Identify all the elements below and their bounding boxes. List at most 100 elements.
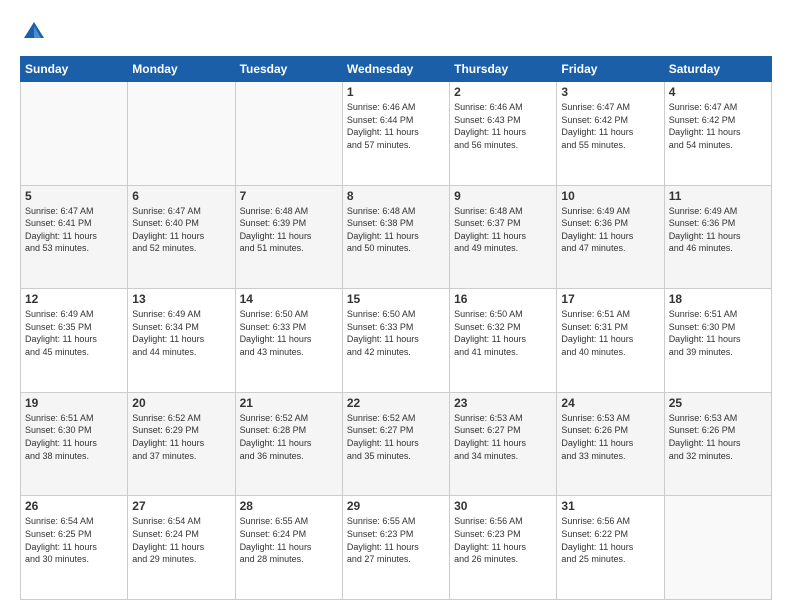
calendar-day-cell: 2 Sunrise: 6:46 AM Sunset: 6:43 PM Daylig… — [450, 82, 557, 186]
calendar-day-cell: 21 Sunrise: 6:52 AM Sunset: 6:28 PM Dayli… — [235, 392, 342, 496]
calendar-header-saturday: Saturday — [664, 57, 771, 82]
calendar-day-cell — [128, 82, 235, 186]
calendar-week-row: 1 Sunrise: 6:46 AM Sunset: 6:44 PM Daylig… — [21, 82, 772, 186]
day-number: 28 — [240, 499, 338, 513]
day-info: Sunrise: 6:54 AM Sunset: 6:25 PM Dayligh… — [25, 515, 123, 565]
calendar-day-cell: 9 Sunrise: 6:48 AM Sunset: 6:37 PM Daylig… — [450, 185, 557, 289]
day-info: Sunrise: 6:53 AM Sunset: 6:27 PM Dayligh… — [454, 412, 552, 462]
calendar-header-tuesday: Tuesday — [235, 57, 342, 82]
calendar-day-cell: 6Sunrise: 6:47 AM Sunset: 6:40 PM Daylig… — [128, 185, 235, 289]
day-number: 10 — [561, 189, 659, 203]
calendar-header-thursday: Thursday — [450, 57, 557, 82]
day-info: Sunrise: 6:50 AM Sunset: 6:32 PM Dayligh… — [454, 308, 552, 358]
calendar-day-cell: 13 Sunrise: 6:49 AM Sunset: 6:34 PM Dayli… — [128, 289, 235, 393]
day-info: Sunrise: 6:52 AM Sunset: 6:28 PM Dayligh… — [240, 412, 338, 462]
day-info: Sunrise: 6:51 AM Sunset: 6:30 PM Dayligh… — [669, 308, 767, 358]
day-info: Sunrise: 6:49 AM Sunset: 6:34 PM Dayligh… — [132, 308, 230, 358]
day-info: Sunrise: 6:46 AM Sunset: 6:43 PM Dayligh… — [454, 101, 552, 151]
day-info: Sunrise: 6:46 AM Sunset: 6:44 PM Dayligh… — [347, 101, 445, 151]
calendar-header-row: SundayMondayTuesdayWednesdayThursdayFrid… — [21, 57, 772, 82]
day-number: 31 — [561, 499, 659, 513]
day-number: 1 — [347, 85, 445, 99]
calendar-day-cell: 7 Sunrise: 6:48 AM Sunset: 6:39 PM Daylig… — [235, 185, 342, 289]
day-number: 16 — [454, 292, 552, 306]
day-number: 21 — [240, 396, 338, 410]
calendar-day-cell: 31 Sunrise: 6:56 AM Sunset: 6:22 PM Dayli… — [557, 496, 664, 600]
day-number: 12 — [25, 292, 123, 306]
calendar-day-cell: 5Sunrise: 6:47 AM Sunset: 6:41 PM Daylig… — [21, 185, 128, 289]
day-info: Sunrise: 6:53 AM Sunset: 6:26 PM Dayligh… — [669, 412, 767, 462]
day-number: 6 — [132, 189, 230, 203]
day-number: 24 — [561, 396, 659, 410]
calendar-day-cell: 19 Sunrise: 6:51 AM Sunset: 6:30 PM Dayli… — [21, 392, 128, 496]
calendar-week-row: 5Sunrise: 6:47 AM Sunset: 6:41 PM Daylig… — [21, 185, 772, 289]
calendar-day-cell — [21, 82, 128, 186]
day-number: 14 — [240, 292, 338, 306]
day-info: Sunrise: 6:50 AM Sunset: 6:33 PM Dayligh… — [347, 308, 445, 358]
calendar-header-friday: Friday — [557, 57, 664, 82]
calendar-header-sunday: Sunday — [21, 57, 128, 82]
calendar-day-cell: 24 Sunrise: 6:53 AM Sunset: 6:26 PM Dayli… — [557, 392, 664, 496]
day-info: Sunrise: 6:50 AM Sunset: 6:33 PM Dayligh… — [240, 308, 338, 358]
day-info: Sunrise: 6:49 AM Sunset: 6:35 PM Dayligh… — [25, 308, 123, 358]
calendar-day-cell: 16 Sunrise: 6:50 AM Sunset: 6:32 PM Dayli… — [450, 289, 557, 393]
calendar-day-cell: 8 Sunrise: 6:48 AM Sunset: 6:38 PM Daylig… — [342, 185, 449, 289]
calendar-header-monday: Monday — [128, 57, 235, 82]
day-info: Sunrise: 6:49 AM Sunset: 6:36 PM Dayligh… — [669, 205, 767, 255]
calendar-day-cell: 14 Sunrise: 6:50 AM Sunset: 6:33 PM Dayli… — [235, 289, 342, 393]
day-info: Sunrise: 6:51 AM Sunset: 6:30 PM Dayligh… — [25, 412, 123, 462]
day-number: 15 — [347, 292, 445, 306]
day-info: Sunrise: 6:52 AM Sunset: 6:29 PM Dayligh… — [132, 412, 230, 462]
day-number: 5 — [25, 189, 123, 203]
day-number: 11 — [669, 189, 767, 203]
day-info: Sunrise: 6:48 AM Sunset: 6:39 PM Dayligh… — [240, 205, 338, 255]
day-info: Sunrise: 6:51 AM Sunset: 6:31 PM Dayligh… — [561, 308, 659, 358]
calendar-day-cell: 1 Sunrise: 6:46 AM Sunset: 6:44 PM Daylig… — [342, 82, 449, 186]
calendar-day-cell: 18 Sunrise: 6:51 AM Sunset: 6:30 PM Dayli… — [664, 289, 771, 393]
calendar-day-cell: 23 Sunrise: 6:53 AM Sunset: 6:27 PM Dayli… — [450, 392, 557, 496]
calendar-day-cell: 30Sunrise: 6:56 AM Sunset: 6:23 PM Dayli… — [450, 496, 557, 600]
day-number: 29 — [347, 499, 445, 513]
day-number: 26 — [25, 499, 123, 513]
calendar-header-wednesday: Wednesday — [342, 57, 449, 82]
day-number: 13 — [132, 292, 230, 306]
calendar-day-cell: 22 Sunrise: 6:52 AM Sunset: 6:27 PM Dayli… — [342, 392, 449, 496]
calendar-week-row: 26 Sunrise: 6:54 AM Sunset: 6:25 PM Dayli… — [21, 496, 772, 600]
day-number: 22 — [347, 396, 445, 410]
calendar-week-row: 19 Sunrise: 6:51 AM Sunset: 6:30 PM Dayli… — [21, 392, 772, 496]
page: SundayMondayTuesdayWednesdayThursdayFrid… — [0, 0, 792, 612]
calendar-day-cell: 11 Sunrise: 6:49 AM Sunset: 6:36 PM Dayli… — [664, 185, 771, 289]
day-info: Sunrise: 6:55 AM Sunset: 6:24 PM Dayligh… — [240, 515, 338, 565]
day-number: 2 — [454, 85, 552, 99]
calendar-day-cell: 27Sunrise: 6:54 AM Sunset: 6:24 PM Dayli… — [128, 496, 235, 600]
day-number: 30 — [454, 499, 552, 513]
logo — [20, 18, 52, 46]
day-info: Sunrise: 6:53 AM Sunset: 6:26 PM Dayligh… — [561, 412, 659, 462]
day-number: 7 — [240, 189, 338, 203]
calendar-day-cell — [235, 82, 342, 186]
calendar-day-cell: 15 Sunrise: 6:50 AM Sunset: 6:33 PM Dayli… — [342, 289, 449, 393]
day-info: Sunrise: 6:52 AM Sunset: 6:27 PM Dayligh… — [347, 412, 445, 462]
logo-icon — [20, 18, 48, 46]
day-number: 17 — [561, 292, 659, 306]
calendar-day-cell: 25 Sunrise: 6:53 AM Sunset: 6:26 PM Dayli… — [664, 392, 771, 496]
day-number: 8 — [347, 189, 445, 203]
calendar-table: SundayMondayTuesdayWednesdayThursdayFrid… — [20, 56, 772, 600]
day-info: Sunrise: 6:48 AM Sunset: 6:38 PM Dayligh… — [347, 205, 445, 255]
calendar-day-cell: 3Sunrise: 6:47 AM Sunset: 6:42 PM Daylig… — [557, 82, 664, 186]
day-info: Sunrise: 6:56 AM Sunset: 6:22 PM Dayligh… — [561, 515, 659, 565]
calendar-day-cell: 17 Sunrise: 6:51 AM Sunset: 6:31 PM Dayli… — [557, 289, 664, 393]
header — [20, 18, 772, 46]
calendar-day-cell — [664, 496, 771, 600]
day-number: 25 — [669, 396, 767, 410]
day-number: 18 — [669, 292, 767, 306]
day-number: 20 — [132, 396, 230, 410]
day-number: 3 — [561, 85, 659, 99]
day-number: 9 — [454, 189, 552, 203]
day-info: Sunrise: 6:54 AM Sunset: 6:24 PM Dayligh… — [132, 515, 230, 565]
day-number: 23 — [454, 396, 552, 410]
day-number: 19 — [25, 396, 123, 410]
day-number: 4 — [669, 85, 767, 99]
day-info: Sunrise: 6:47 AM Sunset: 6:42 PM Dayligh… — [669, 101, 767, 151]
day-info: Sunrise: 6:48 AM Sunset: 6:37 PM Dayligh… — [454, 205, 552, 255]
